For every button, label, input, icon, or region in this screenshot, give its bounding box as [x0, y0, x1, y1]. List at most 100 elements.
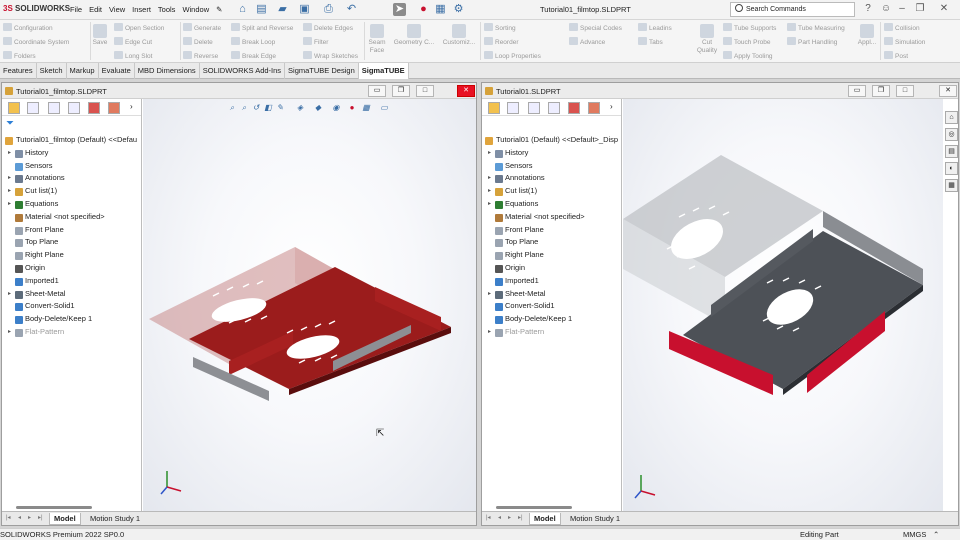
task-pane-properties-icon[interactable]: ▦	[945, 179, 958, 192]
graphics-viewport[interactable]: ⌕ ⌕ ↺ ◧ ✎ ◈ ◆ ◉ ● ▦ ▭ ⇱	[143, 99, 476, 513]
restore-icon[interactable]: ❐	[914, 3, 926, 15]
tube-supports-button[interactable]: Tube Supports	[723, 23, 776, 32]
customize-button[interactable]: Customiz...	[441, 22, 477, 47]
tab-sigmatube-design[interactable]: SigmaTUBE Design	[285, 63, 359, 79]
unit-system[interactable]: MMGS	[903, 530, 926, 539]
menu-tools[interactable]: Tools	[158, 5, 176, 14]
expand-arrow-icon[interactable]: ▸	[8, 185, 11, 198]
maximize-icon[interactable]: □	[416, 85, 434, 97]
task-pane-appearances-icon[interactable]: ◐	[945, 162, 958, 175]
reverse-button[interactable]: Reverse	[183, 51, 218, 60]
search-commands-input[interactable]: Search Commands	[730, 2, 855, 17]
first-tab-icon[interactable]: |◂	[486, 514, 491, 521]
dimxpert-icon[interactable]	[548, 102, 560, 114]
next-tab-icon[interactable]: ▸	[28, 514, 31, 521]
menu-view[interactable]: View	[109, 5, 125, 14]
leadins-button[interactable]: Leadins	[638, 23, 672, 32]
tab-solidworks-addins[interactable]: SOLIDWORKS Add-Ins	[200, 63, 286, 79]
apply-tooling-button[interactable]: Apply Tooling	[723, 51, 773, 60]
menu-window[interactable]: Window	[182, 5, 209, 14]
tree-node[interactable]: ▸ History	[482, 147, 621, 160]
folders-button[interactable]: Folders	[3, 51, 36, 60]
close-icon[interactable]: ✕	[938, 3, 950, 15]
break-edge-button[interactable]: Break Edge	[231, 51, 276, 60]
cam-manager-icon[interactable]	[588, 102, 600, 114]
tile-icon[interactable]: ▭	[368, 85, 386, 97]
break-loop-button[interactable]: Break Loop	[231, 37, 275, 46]
task-pane-resources-icon[interactable]: ◎	[945, 128, 958, 141]
cam-manager-icon[interactable]	[108, 102, 120, 114]
chevron-right-icon[interactable]: ›	[610, 102, 613, 111]
menu-edit[interactable]: Edit	[89, 5, 102, 14]
help-icon[interactable]: ?	[862, 3, 874, 15]
task-pane-home-icon[interactable]: ⌂	[945, 111, 958, 124]
expand-arrow-icon[interactable]: ▸	[488, 326, 491, 339]
tree-node[interactable]: Body-Delete/Keep 1	[2, 313, 141, 326]
property-manager-icon[interactable]	[27, 102, 39, 114]
collision-button[interactable]: Collision	[884, 23, 920, 32]
open-folder-icon[interactable]: ▰	[276, 3, 289, 16]
expand-arrow-icon[interactable]: ▸	[488, 147, 491, 160]
configuration-button[interactable]: Configuration	[3, 23, 53, 32]
tree-node[interactable]: ▸ Annotations	[482, 172, 621, 185]
configuration-manager-icon[interactable]	[528, 102, 540, 114]
tree-root[interactable]: Tutorial01_filmtop (Default) <<Defau	[2, 134, 141, 147]
display-manager-icon[interactable]	[88, 102, 100, 114]
last-tab-icon[interactable]: ▸|	[38, 514, 43, 521]
chevron-right-icon[interactable]: ›	[130, 102, 133, 111]
file-properties-icon[interactable]: ▦	[434, 3, 447, 16]
expand-arrow-icon[interactable]: ▸	[488, 288, 491, 301]
tree-node[interactable]: Front Plane	[2, 224, 141, 237]
tree-node[interactable]: Origin	[2, 262, 141, 275]
first-tab-icon[interactable]: |◂	[6, 514, 11, 521]
touch-probe-button[interactable]: Touch Probe	[723, 37, 771, 46]
tree-node[interactable]: ▸ Annotations	[2, 172, 141, 185]
tree-node[interactable]: Imported1	[482, 275, 621, 288]
seam-face-button[interactable]: Seam Face	[366, 22, 388, 55]
pin-icon[interactable]: ✎	[216, 5, 222, 14]
expand-arrow-icon[interactable]: ▸	[8, 147, 11, 160]
tree-node[interactable]: ▸ Sheet-Metal	[482, 288, 621, 301]
tab-model[interactable]: Model	[49, 513, 81, 525]
menu-insert[interactable]: Insert	[132, 5, 151, 14]
open-section-button[interactable]: Open Section	[114, 23, 164, 32]
long-slot-button[interactable]: Long Slot	[114, 51, 152, 60]
tree-node[interactable]: Material <not specified>	[2, 211, 141, 224]
tab-markup[interactable]: Markup	[67, 63, 99, 79]
tree-node[interactable]: Convert-Solid1	[482, 300, 621, 313]
filter-icon[interactable]: ⏷	[6, 118, 14, 129]
tree-node[interactable]: Origin	[482, 262, 621, 275]
dimxpert-icon[interactable]	[68, 102, 80, 114]
post-button[interactable]: Post	[884, 51, 908, 60]
tree-node[interactable]: Top Plane	[482, 236, 621, 249]
tab-sketch[interactable]: Sketch	[37, 63, 67, 79]
home-icon[interactable]: ⌂	[236, 3, 249, 16]
tab-model[interactable]: Model	[529, 513, 561, 525]
configuration-manager-icon[interactable]	[48, 102, 60, 114]
loop-properties-button[interactable]: Loop Properties	[484, 51, 541, 60]
feature-manager-icon[interactable]	[8, 102, 20, 114]
edge-cut-button[interactable]: Edge Cut	[114, 37, 152, 46]
restore-icon[interactable]: ❐	[872, 85, 890, 97]
generate-button[interactable]: Generate	[183, 23, 221, 32]
special-codes-button[interactable]: Special Codes	[569, 23, 622, 32]
delete-button[interactable]: Delete	[183, 37, 213, 46]
tree-node[interactable]: Top Plane	[2, 236, 141, 249]
delete-edges-button[interactable]: Delete Edges	[303, 23, 353, 32]
expand-arrow-icon[interactable]: ▸	[8, 288, 11, 301]
tab-sigmatube[interactable]: SigmaTUBE	[358, 63, 409, 79]
wrap-sketches-button[interactable]: Wrap Sketches	[303, 51, 358, 60]
prev-tab-icon[interactable]: ◂	[18, 514, 21, 521]
close-icon[interactable]: ✕	[457, 85, 475, 97]
tree-node[interactable]: Material <not specified>	[482, 211, 621, 224]
apply-button[interactable]: Appl...	[855, 22, 879, 47]
property-manager-icon[interactable]	[507, 102, 519, 114]
traffic-light-icon[interactable]: ●	[417, 3, 430, 16]
simulation-button[interactable]: Simulation	[884, 37, 925, 46]
tree-node[interactable]: Front Plane	[482, 224, 621, 237]
filter-button[interactable]: Filter	[303, 37, 328, 46]
tabs-button[interactable]: Tabs	[638, 37, 663, 46]
tree-node[interactable]: Body-Delete/Keep 1	[482, 313, 621, 326]
print-icon[interactable]: ⎙	[322, 3, 335, 16]
tree-node[interactable]: ▸ Cut list(1)	[2, 185, 141, 198]
